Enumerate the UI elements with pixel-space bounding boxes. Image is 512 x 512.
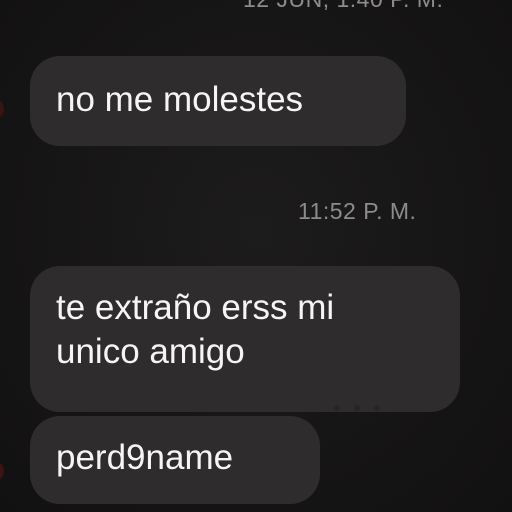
dot [334, 405, 340, 411]
message-bubble[interactable]: perd9name [30, 416, 320, 504]
message-bubble[interactable]: te extraño erss mi unico amigo [30, 266, 460, 412]
sender-avatar[interactable] [0, 462, 4, 480]
dot [374, 405, 380, 411]
timestamp-middle: 11:52 P. M. [298, 198, 417, 224]
message-text-line: unico amigo [56, 332, 245, 371]
sender-avatar[interactable] [0, 100, 4, 118]
typing-dots-decoration [334, 398, 404, 411]
message-bubble[interactable]: no me molestes [30, 56, 406, 146]
dot [354, 405, 360, 411]
message-text-line: te extraño erss mi [56, 288, 335, 327]
message-text: no me molestes [56, 80, 304, 119]
chat-thread[interactable]: 12 JUN, 1:40 P. M. no me molestes 11:52 … [0, 0, 512, 512]
message-text: perd9name [56, 438, 234, 477]
timestamp-top: 12 JUN, 1:40 P. M. [243, 0, 443, 13]
